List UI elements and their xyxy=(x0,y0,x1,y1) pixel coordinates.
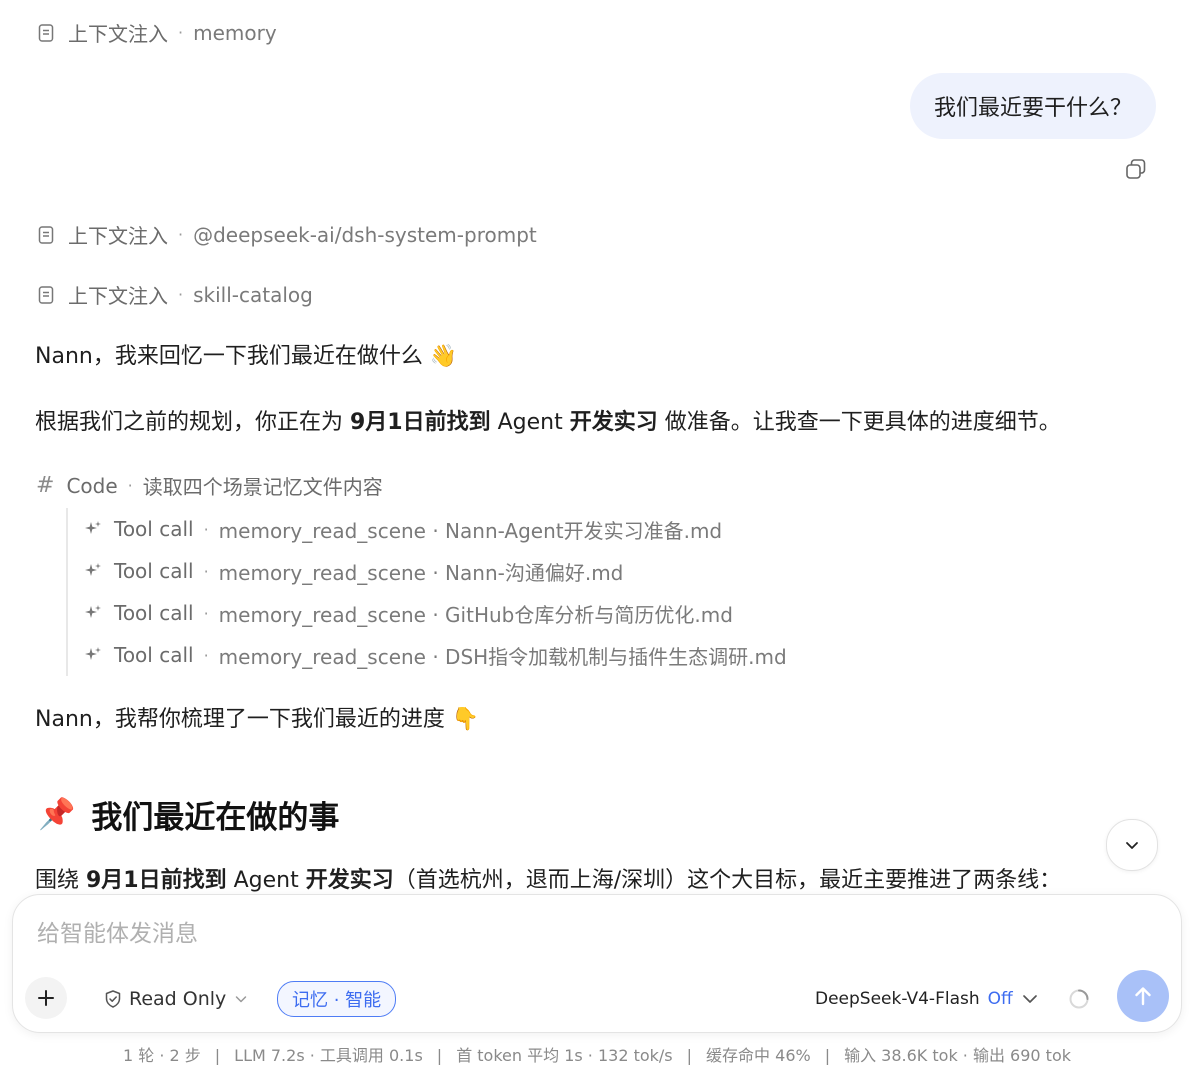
separator-dot: · xyxy=(178,225,184,244)
plan-text: 根据我们之前的规划，你正在为 xyxy=(35,410,350,435)
last-bold-internship: 开发实习 xyxy=(305,868,394,893)
chevron-down-icon xyxy=(1021,990,1039,1008)
heading-text: 我们最近在做的事 xyxy=(91,800,340,836)
permission-mode-select[interactable]: Read Only xyxy=(103,981,248,1017)
hash-icon: # xyxy=(36,473,55,498)
separator-dot: · xyxy=(203,561,209,581)
code-block-header[interactable]: # Code · 读取四个场景记忆文件内容 xyxy=(36,471,383,500)
assistant-summary: Nann，我帮你梳理了一下我们最近的进度 👇 xyxy=(35,707,480,732)
tool-call-detail: memory_read_scene · Nann-Agent开发实习准备.md xyxy=(218,518,723,543)
tool-call-label: Tool call xyxy=(114,517,194,541)
stat-tokens: 输入 38.6K tok · 输出 690 tok xyxy=(844,1046,1072,1065)
model-select[interactable]: DeepSeek-V4-Flash Off xyxy=(815,983,1039,1015)
tool-call-detail: memory_read_scene · Nann-沟通偏好.md xyxy=(218,560,624,585)
stat-throughput: 首 token 平均 1s · 132 tok/s xyxy=(456,1046,673,1065)
message-composer: Read Only 记忆 · 智能 DeepSeek-V4-Flash Off xyxy=(12,894,1182,1033)
tool-call-label: Tool call xyxy=(114,559,194,583)
stat-latency: LLM 7.2s · 工具调用 0.1s xyxy=(234,1046,423,1065)
tool-call-label: Tool call xyxy=(114,643,194,667)
tool-call-label: Tool call xyxy=(114,601,194,625)
tool-call-detail: memory_read_scene · DSH指令加载机制与插件生态调研.md xyxy=(218,644,787,669)
separator-dot: · xyxy=(178,23,184,42)
context-detail: memory xyxy=(193,20,277,45)
tool-call-item[interactable]: Tool call · memory_read_scene · GitHub仓库… xyxy=(84,592,787,634)
stat-separator: | xyxy=(214,1046,221,1065)
run-stats-bar: 1 轮 · 2 步 | LLM 7.2s · 工具调用 0.1s | 首 token 平… xyxy=(0,1042,1194,1066)
context-injection-memory[interactable]: 上下文注入 · memory xyxy=(36,18,277,47)
context-injection-system-prompt[interactable]: 上下文注入 · @deepseek-ai/dsh-system-prompt xyxy=(36,220,537,249)
stat-separator: | xyxy=(436,1046,443,1065)
user-message-text: 我们最近要干什么？ xyxy=(933,96,1132,121)
code-label: Code xyxy=(66,473,118,498)
arrow-up-icon xyxy=(1135,987,1151,1006)
context-injection-skill-catalog[interactable]: 上下文注入 · skill-catalog xyxy=(36,280,313,309)
tool-call-item[interactable]: Tool call · memory_read_scene · Nann-Age… xyxy=(84,508,787,550)
last-text: （首选杭州，退而上海/深圳）这个大目标，最近主要推进了两条线： xyxy=(393,868,1062,893)
separator-dot: · xyxy=(178,285,184,304)
thinking-toggle-state: Off xyxy=(987,989,1013,1009)
pushpin-icon: 📌 xyxy=(38,797,76,832)
user-message-bubble: 我们最近要干什么？ xyxy=(909,73,1156,139)
plan-bold-date: 9月1日前找到 xyxy=(350,410,491,435)
model-name: DeepSeek-V4-Flash xyxy=(815,989,980,1009)
section-heading: 📌 我们最近在做的事 xyxy=(38,792,339,837)
plan-bold-internship: 开发实习 xyxy=(569,410,658,435)
plan-text: 做准备。让我查一下更具体的进度细节。 xyxy=(657,410,1061,435)
mode-label: Read Only xyxy=(129,988,227,1010)
stat-separator: | xyxy=(824,1046,831,1065)
context-label: 上下文注入 xyxy=(68,22,168,46)
tool-call-item[interactable]: Tool call · memory_read_scene · Nann-沟通偏… xyxy=(84,550,787,592)
memory-chip-label: 记忆 · 智能 xyxy=(292,990,382,1011)
plus-icon xyxy=(38,990,54,1006)
context-label: 上下文注入 xyxy=(68,224,168,248)
copy-icon xyxy=(1126,159,1146,179)
tool-call-item[interactable]: Tool call · memory_read_scene · DSH指令加载机… xyxy=(84,634,787,676)
stat-rounds: 1 轮 · 2 步 xyxy=(122,1046,201,1065)
loading-spinner-icon xyxy=(1069,989,1089,1009)
last-text: 围绕 xyxy=(35,868,86,893)
message-input[interactable] xyxy=(35,913,1139,955)
separator-dot: · xyxy=(203,645,209,665)
sparkle-icon xyxy=(84,604,102,622)
chat-page: 上下文注入 · memory 我们最近要干什么？ 上下文注入 · @deepse… xyxy=(0,0,1194,1066)
separator-dot: · xyxy=(203,603,209,623)
document-icon xyxy=(36,23,56,43)
assistant-greeting: Nann，我来回忆一下我们最近在做什么 👋 xyxy=(35,344,458,369)
chevron-down-icon xyxy=(234,992,248,1006)
sparkle-icon xyxy=(84,562,102,580)
stat-separator: | xyxy=(686,1046,693,1065)
assistant-last-paragraph: 围绕 9月1日前找到 Agent 开发实习（首选杭州，退而上海/深圳）这个大目标… xyxy=(35,866,1061,896)
last-bold-date: 9月1日前找到 xyxy=(86,868,227,893)
tool-call-list: Tool call · memory_read_scene · Nann-Age… xyxy=(66,508,787,676)
chevron-down-icon xyxy=(1126,842,1138,849)
separator-dot: · xyxy=(127,476,133,495)
separator-dot: · xyxy=(203,519,209,539)
document-icon xyxy=(36,225,56,245)
plan-text: Agent xyxy=(490,410,570,435)
last-text: Agent xyxy=(226,868,306,893)
shield-check-icon xyxy=(103,989,123,1009)
context-detail: skill-catalog xyxy=(193,282,313,307)
copy-message-button[interactable] xyxy=(1123,156,1149,182)
tool-call-detail: memory_read_scene · GitHub仓库分析与简历优化.md xyxy=(218,602,733,627)
stat-cache: 缓存命中 46% xyxy=(706,1046,811,1065)
context-label: 上下文注入 xyxy=(68,284,168,308)
assistant-plan-paragraph: 根据我们之前的规划，你正在为 9月1日前找到 Agent 开发实习 做准备。让我… xyxy=(35,408,1061,438)
memory-mode-chip[interactable]: 记忆 · 智能 xyxy=(277,981,397,1017)
sparkle-icon xyxy=(84,520,102,538)
attach-button[interactable] xyxy=(25,977,67,1019)
scroll-to-bottom-button[interactable] xyxy=(1106,819,1158,871)
send-button[interactable] xyxy=(1117,970,1169,1022)
context-detail: @deepseek-ai/dsh-system-prompt xyxy=(193,222,537,247)
code-detail: 读取四个场景记忆文件内容 xyxy=(142,475,383,499)
sparkle-icon xyxy=(84,646,102,664)
document-icon xyxy=(36,285,56,305)
